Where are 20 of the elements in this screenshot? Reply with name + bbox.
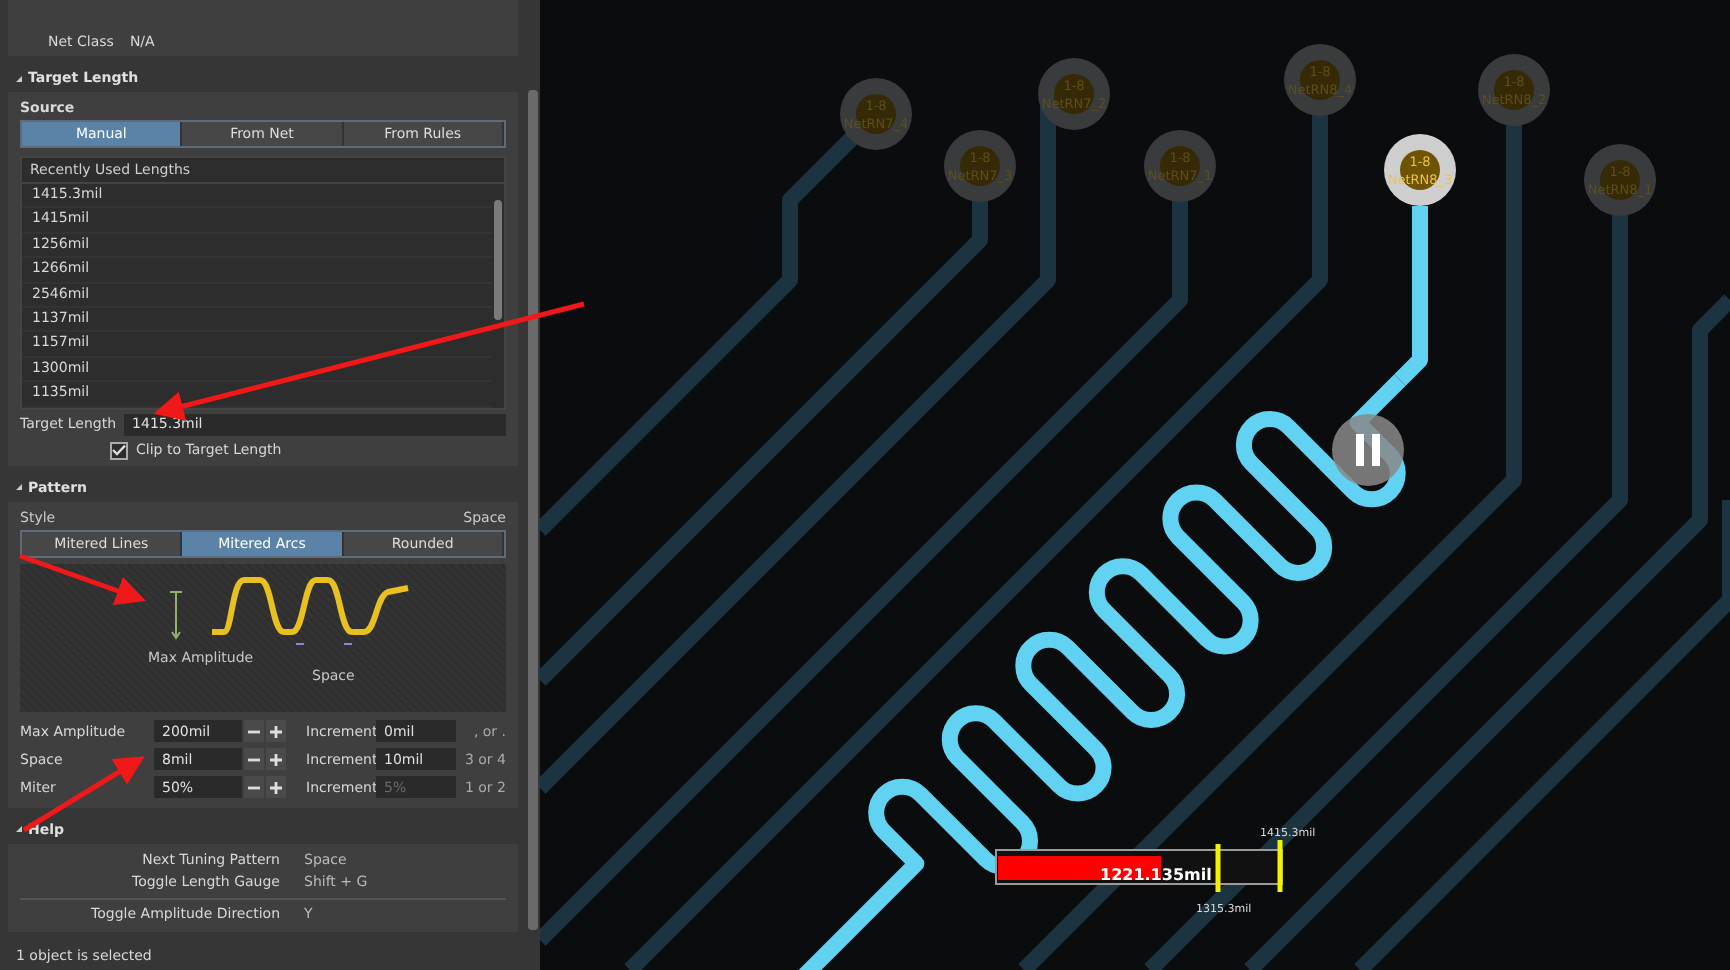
annotation-arrow (19, 553, 147, 606)
minus-button[interactable] (244, 720, 264, 743)
minus-icon (248, 757, 260, 762)
collapse-triangle-icon[interactable] (16, 484, 22, 491)
minus-icon (248, 785, 260, 790)
minus-button[interactable] (244, 748, 264, 771)
collapse-triangle-icon[interactable] (16, 75, 22, 81)
plus-icon (270, 781, 282, 794)
pause-icon[interactable] (1332, 414, 1404, 486)
minus-icon (248, 729, 260, 734)
clip-checkbox[interactable] (110, 441, 128, 460)
minus-button[interactable] (244, 776, 264, 799)
plus-button[interactable] (266, 720, 286, 743)
plus-icon (270, 753, 282, 766)
annotation-arrow (22, 756, 145, 833)
collapse-triangle-icon[interactable] (16, 826, 22, 833)
amplitude-marker-icon (168, 590, 182, 639)
plus-button[interactable] (266, 748, 286, 771)
plus-icon (270, 725, 282, 738)
plus-button[interactable] (266, 776, 286, 799)
